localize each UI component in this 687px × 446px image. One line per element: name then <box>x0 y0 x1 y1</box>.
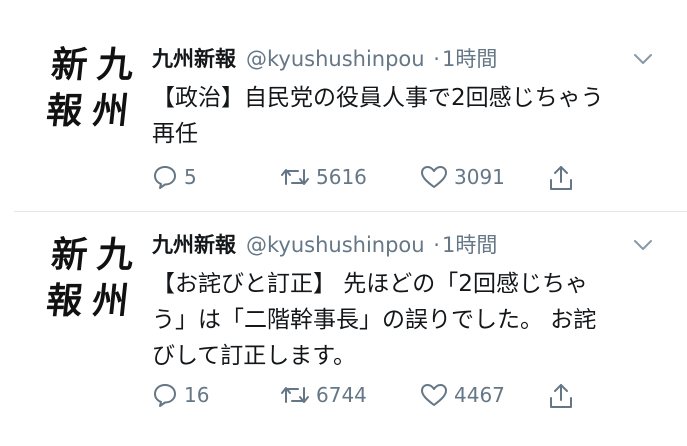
reply-button[interactable]: 16 <box>152 382 209 408</box>
avatar[interactable]: 新 九 報 州 <box>39 232 141 324</box>
reply-count: 5 <box>184 165 197 189</box>
avatar-char: 新 <box>49 234 90 276</box>
share-icon <box>550 166 572 190</box>
display-name[interactable]: 九州新報 <box>152 47 236 71</box>
tweet[interactable]: 新 九 報 州 九州新報 @kyushushinpou ·1時間 【政治】自民党の… <box>0 0 687 212</box>
display-name[interactable]: 九州新報 <box>152 233 236 257</box>
retweet-button[interactable]: 5616 <box>280 164 367 190</box>
retweet-count: 5616 <box>316 165 367 189</box>
avatar-char: 九 <box>95 44 136 86</box>
tweet-actions: 5 5616 3091 <box>152 164 592 196</box>
timestamp[interactable]: 1時間 <box>442 47 497 71</box>
reply-icon <box>154 166 176 189</box>
avatar-char: 九 <box>95 234 136 276</box>
share-button[interactable] <box>548 382 574 410</box>
retweet-icon <box>281 169 309 185</box>
chevron-down-icon[interactable] <box>633 238 653 252</box>
avatar-char: 新 <box>49 44 90 86</box>
tweet-header: 九州新報 @kyushushinpou ·1時間 <box>152 46 497 72</box>
tweet-header: 九州新報 @kyushushinpou ·1時間 <box>152 232 497 258</box>
reply-icon <box>154 384 176 407</box>
chevron-down-icon[interactable] <box>633 52 653 66</box>
tweet-actions: 16 6744 4467 <box>152 382 592 414</box>
user-handle[interactable]: @kyushushinpou <box>246 233 425 257</box>
separator: · <box>433 47 440 71</box>
tweet[interactable]: 新 九 報 州 九州新報 @kyushushinpou ·1時間 【お詫びと訂正】… <box>0 212 687 446</box>
avatar[interactable]: 新 九 報 州 <box>39 42 141 134</box>
tweet-text: 【お詫びと訂正】 先ほどの「2回感じちゃ う」は「二階幹事長」の誤りでした。 お… <box>152 271 597 369</box>
heart-icon <box>421 384 447 406</box>
tweet-text: 【政治】自民党の役員人事で2回感じちゃう 再任 <box>152 85 604 147</box>
avatar-char: 州 <box>90 90 131 132</box>
like-button[interactable]: 4467 <box>420 382 505 408</box>
timestamp[interactable]: 1時間 <box>442 233 497 257</box>
retweet-icon <box>281 387 309 403</box>
retweet-count: 6744 <box>316 383 367 407</box>
like-count: 3091 <box>454 165 505 189</box>
like-count: 4467 <box>454 383 505 407</box>
avatar-char: 報 <box>44 90 85 132</box>
heart-icon <box>421 166 447 188</box>
avatar-char: 州 <box>90 280 131 322</box>
retweet-button[interactable]: 6744 <box>280 382 367 408</box>
separator: · <box>433 233 440 257</box>
share-button[interactable] <box>548 164 574 192</box>
avatar-char: 報 <box>44 280 85 322</box>
user-handle[interactable]: @kyushushinpou <box>246 47 425 71</box>
share-icon <box>550 384 572 408</box>
reply-count: 16 <box>184 383 210 407</box>
like-button[interactable]: 3091 <box>420 164 505 190</box>
reply-button[interactable]: 5 <box>152 164 197 190</box>
